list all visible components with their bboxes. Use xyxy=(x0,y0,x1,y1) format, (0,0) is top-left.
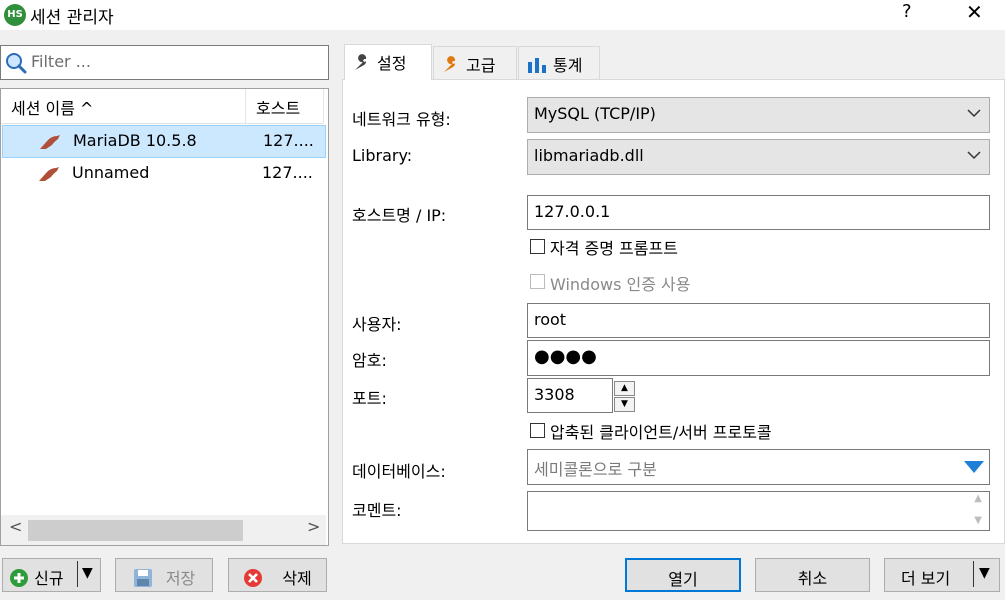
user-input[interactable]: root xyxy=(527,303,990,338)
filter-placeholder: Filter ... xyxy=(31,52,91,71)
session-row[interactable]: MariaDB 10.5.8 127.... xyxy=(2,125,326,158)
column-header-host[interactable]: 호스트 xyxy=(246,89,324,124)
save-button[interactable]: 저장 xyxy=(115,558,213,592)
more-button[interactable]: 더 보기 ▼ xyxy=(884,558,1000,592)
session-host: 127.... xyxy=(262,163,313,182)
title-bar xyxy=(0,0,1005,30)
dropdown-triangle-icon[interactable] xyxy=(963,460,985,474)
tab-advanced[interactable]: 고급 xyxy=(433,46,517,80)
database-placeholder: 세미콜론으로 구분 xyxy=(534,460,657,479)
library-select[interactable]: libmariadb.dll xyxy=(527,139,990,175)
credential-prompt-label: 자격 증명 프롬프트 xyxy=(550,239,678,258)
windows-auth-label: Windows 인증 사용 xyxy=(550,275,691,294)
new-button-label: 신규 xyxy=(34,569,64,588)
database-label: 데이터베이스: xyxy=(352,462,446,481)
tab-label: 고급 xyxy=(466,56,496,75)
network-type-value: MySQL (TCP/IP) xyxy=(534,104,656,123)
port-up-button[interactable]: ▲ xyxy=(614,381,635,396)
library-label: Library: xyxy=(352,146,413,165)
app-logo-icon: HS xyxy=(4,4,26,26)
floppy-disk-icon xyxy=(133,569,152,587)
session-list[interactable]: 세션 이름 ^ 호스트 MariaDB 10.5.8 127.... Unnam… xyxy=(0,88,329,546)
chevron-down-icon xyxy=(967,151,981,160)
window-title: 세션 관리자 xyxy=(30,8,114,28)
tab-label: 설정 xyxy=(377,54,407,73)
windows-auth-checkbox[interactable] xyxy=(530,274,545,289)
credential-prompt-checkbox[interactable] xyxy=(530,239,545,254)
mariadb-seal-icon xyxy=(39,167,59,181)
close-button[interactable]: ✕ xyxy=(966,0,983,24)
compressed-protocol-label: 압축된 클라이언트/서버 프로토콜 xyxy=(550,423,772,442)
mariadb-seal-icon xyxy=(40,135,60,149)
session-name: Unnamed xyxy=(72,163,150,182)
delete-x-icon xyxy=(244,569,263,587)
wrench-icon xyxy=(355,54,367,70)
chevron-down-icon xyxy=(967,109,981,118)
save-button-label: 저장 xyxy=(165,569,196,588)
scrollbar-thumb[interactable] xyxy=(28,520,243,541)
help-button[interactable]: ? xyxy=(902,1,912,22)
open-button[interactable]: 열기 xyxy=(625,558,741,592)
network-type-label: 네트워크 유형: xyxy=(352,110,451,129)
session-host: 127.... xyxy=(263,131,314,150)
compressed-protocol-checkbox[interactable] xyxy=(530,423,545,438)
new-dropdown-arrow-icon[interactable]: ▼ xyxy=(82,565,93,581)
column-header-session-name[interactable]: 세션 이름 ^ xyxy=(1,89,246,124)
bar-chart-icon xyxy=(528,58,546,73)
password-label: 암호: xyxy=(352,351,387,370)
comment-input[interactable]: ▲ ▼ xyxy=(527,491,990,531)
tab-label: 통계 xyxy=(553,56,583,75)
host-input[interactable]: 127.0.0.1 xyxy=(527,195,990,230)
user-label: 사용자: xyxy=(352,315,402,334)
tab-statistics[interactable]: 통계 xyxy=(518,46,600,80)
wrench-orange-icon xyxy=(444,56,456,72)
plus-circle-icon xyxy=(10,569,28,587)
filter-input[interactable]: Filter ... xyxy=(0,45,329,80)
more-button-label: 더 보기 xyxy=(901,569,951,588)
port-label: 포트: xyxy=(352,389,387,408)
comment-label: 코멘트: xyxy=(352,501,402,520)
password-input[interactable]: ●●●● xyxy=(527,340,990,376)
scroll-right-button[interactable]: > xyxy=(307,517,320,536)
delete-button[interactable]: 삭제 xyxy=(228,558,327,592)
more-dropdown-arrow-icon[interactable]: ▼ xyxy=(979,565,990,581)
session-name: MariaDB 10.5.8 xyxy=(73,131,197,150)
database-input[interactable]: 세미콜론으로 구분 xyxy=(527,449,990,485)
host-label: 호스트명 / IP: xyxy=(352,206,447,225)
delete-button-label: 삭제 xyxy=(282,569,312,588)
port-input[interactable]: 3308 xyxy=(527,378,613,413)
network-type-select[interactable]: MySQL (TCP/IP) xyxy=(527,97,990,133)
library-value: libmariadb.dll xyxy=(534,146,644,165)
tab-settings[interactable]: 설정 xyxy=(344,44,432,80)
session-row[interactable]: Unnamed 127.... xyxy=(2,158,326,191)
new-button[interactable]: 신규 ▼ xyxy=(2,558,101,592)
comment-scroll-up-icon[interactable]: ▲ xyxy=(974,493,982,504)
cancel-button[interactable]: 취소 xyxy=(755,558,870,592)
comment-scroll-down-icon[interactable]: ▼ xyxy=(974,515,982,526)
port-down-button[interactable]: ▼ xyxy=(614,397,635,412)
search-icon xyxy=(6,53,27,74)
scroll-left-button[interactable]: < xyxy=(9,517,22,536)
